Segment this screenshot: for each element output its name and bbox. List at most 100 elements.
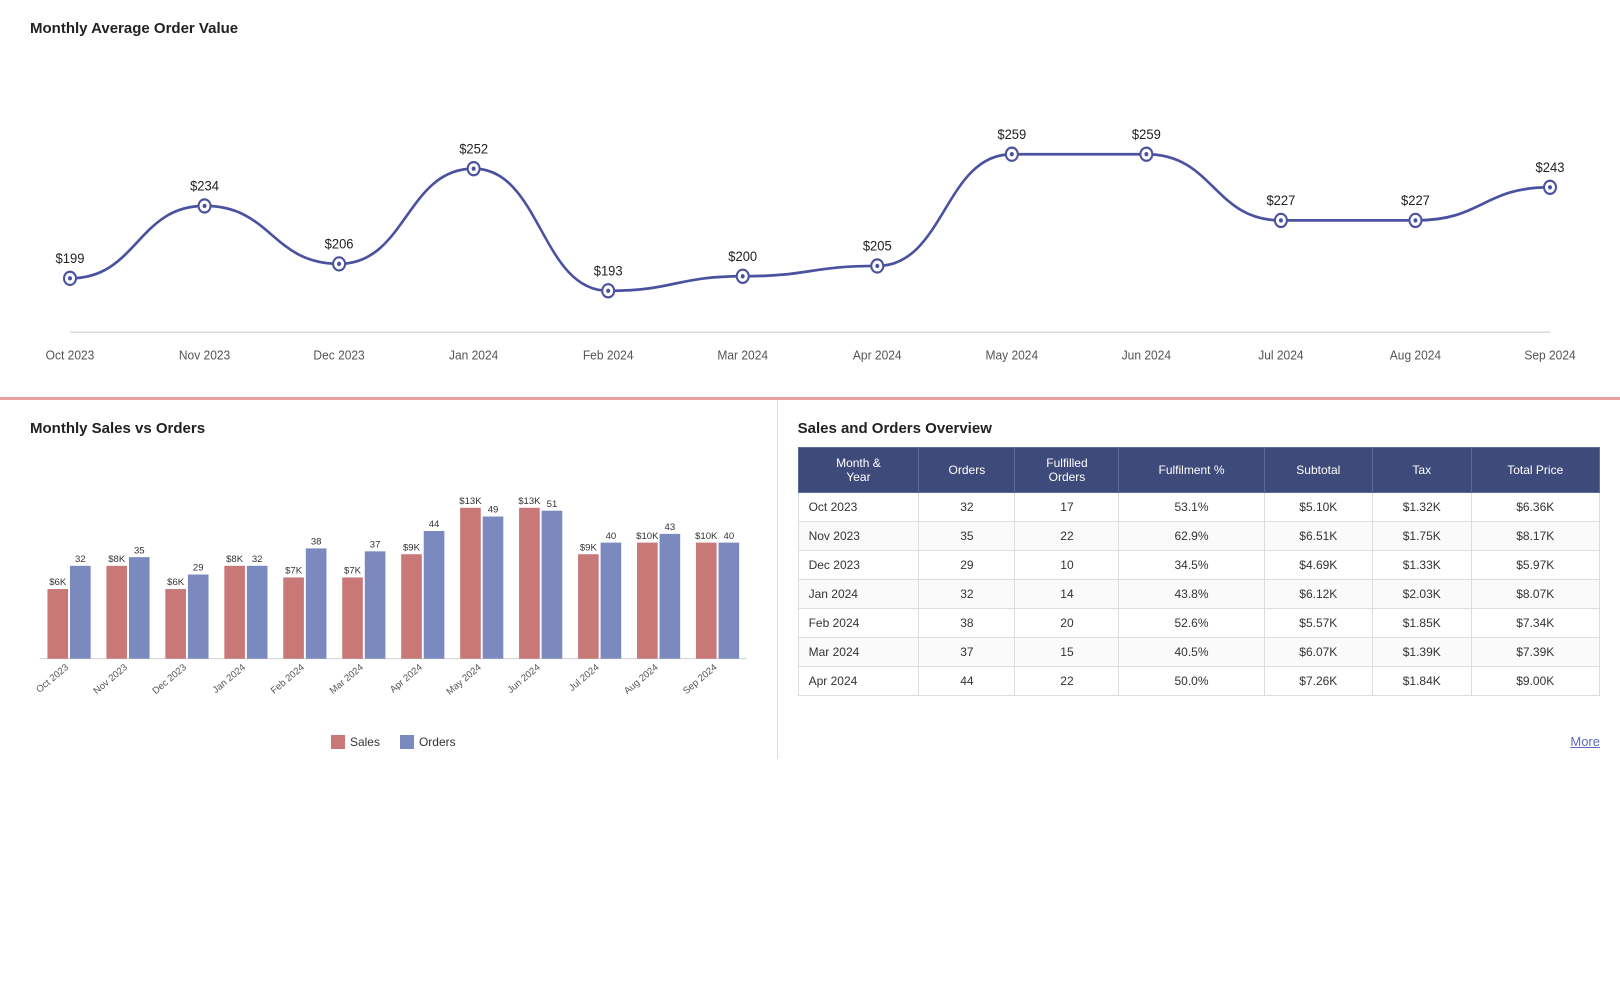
svg-text:$10K: $10K [636, 531, 659, 542]
overview-table: Month &Year Orders FulfilledOrders Fulfi… [798, 447, 1600, 696]
svg-text:$227: $227 [1266, 193, 1295, 209]
col-month: Month &Year [798, 448, 919, 493]
svg-text:Jul 2024: Jul 2024 [1258, 348, 1303, 363]
line-chart-svg: $199Oct 2023$234Nov 2023$206Dec 2023$252… [30, 47, 1590, 387]
table-cell: 44 [919, 667, 1015, 696]
table-cell: $7.39K [1471, 638, 1599, 667]
svg-text:May 2024: May 2024 [444, 662, 484, 698]
more-link[interactable]: More [1570, 734, 1600, 749]
table-row: Nov 2023352262.9%$6.51K$1.75K$8.17K [798, 522, 1599, 551]
table-header: Month &Year Orders FulfilledOrders Fulfi… [798, 448, 1599, 493]
table-cell: Feb 2024 [798, 609, 919, 638]
bottom-section: Monthly Sales vs Orders $6K32Oct 2023$8K… [0, 399, 1620, 759]
svg-text:$7K: $7K [344, 566, 362, 577]
table-cell: Mar 2024 [798, 638, 919, 667]
svg-text:Nov 2023: Nov 2023 [92, 662, 130, 697]
svg-text:Jun 2024: Jun 2024 [1122, 348, 1171, 363]
svg-text:$206: $206 [325, 236, 354, 252]
bar-chart-title: Monthly Sales vs Orders [30, 420, 757, 437]
svg-text:29: 29 [193, 563, 204, 574]
table-cell: $2.03K [1373, 580, 1471, 609]
svg-text:Aug 2024: Aug 2024 [622, 662, 661, 697]
table-cell: 53.1% [1119, 493, 1264, 522]
table-body: Oct 2023321753.1%$5.10K$1.32K$6.36KNov 2… [798, 493, 1599, 696]
svg-text:$8K: $8K [108, 554, 126, 565]
legend-sales-label: Sales [350, 735, 380, 749]
svg-text:May 2024: May 2024 [985, 348, 1038, 363]
svg-text:$10K: $10K [695, 531, 718, 542]
legend-sales: Sales [331, 735, 380, 749]
col-orders: Orders [919, 448, 1015, 493]
svg-text:Dec 2023: Dec 2023 [313, 348, 364, 363]
table-cell: $6.36K [1471, 493, 1599, 522]
svg-text:32: 32 [252, 554, 263, 565]
table-row: Feb 2024382052.6%$5.57K$1.85K$7.34K [798, 609, 1599, 638]
table-cell: 10 [1015, 551, 1119, 580]
table-row: Jan 2024321443.8%$6.12K$2.03K$8.07K [798, 580, 1599, 609]
svg-text:Mar 2024: Mar 2024 [328, 662, 366, 697]
svg-text:$227: $227 [1401, 193, 1430, 209]
table-row: Oct 2023321753.1%$5.10K$1.32K$6.36K [798, 493, 1599, 522]
svg-text:40: 40 [606, 531, 617, 542]
table-cell: 22 [1015, 667, 1119, 696]
bar-chart-container: $6K32Oct 2023$8K35Nov 2023$6K29Dec 2023$… [30, 447, 757, 727]
table-cell: $8.17K [1471, 522, 1599, 551]
table-cell: $5.57K [1264, 609, 1372, 638]
svg-text:Feb 2024: Feb 2024 [583, 348, 634, 363]
svg-text:$13K: $13K [518, 496, 541, 507]
table-row: Dec 2023291034.5%$4.69K$1.33K$5.97K [798, 551, 1599, 580]
svg-text:Apr 2024: Apr 2024 [853, 348, 902, 363]
bar-chart-svg: $6K32Oct 2023$8K35Nov 2023$6K29Dec 2023$… [30, 447, 757, 727]
svg-text:Dec 2023: Dec 2023 [150, 662, 188, 697]
table-cell: $1.75K [1373, 522, 1471, 551]
svg-text:Apr 2024: Apr 2024 [388, 662, 425, 696]
table-cell: $4.69K [1264, 551, 1372, 580]
table-cell: $1.32K [1373, 493, 1471, 522]
table-cell: 17 [1015, 493, 1119, 522]
svg-text:$243: $243 [1536, 159, 1565, 175]
svg-text:35: 35 [134, 545, 145, 556]
col-fulfilment-pct: Fulfilment % [1119, 448, 1264, 493]
table-cell: Jan 2024 [798, 580, 919, 609]
table-cell: 32 [919, 580, 1015, 609]
svg-text:$13K: $13K [459, 496, 482, 507]
table-row: Mar 2024371540.5%$6.07K$1.39K$7.39K [798, 638, 1599, 667]
table-cell: 14 [1015, 580, 1119, 609]
svg-text:Oct 2023: Oct 2023 [46, 348, 95, 363]
svg-text:51: 51 [547, 499, 558, 510]
table-cell: $7.34K [1471, 609, 1599, 638]
table-cell: Nov 2023 [798, 522, 919, 551]
line-chart-container: $199Oct 2023$234Nov 2023$206Dec 2023$252… [30, 47, 1590, 387]
svg-text:$205: $205 [863, 238, 892, 254]
table-cell: 43.8% [1119, 580, 1264, 609]
table-cell: 35 [919, 522, 1015, 551]
svg-text:$9K: $9K [403, 542, 421, 553]
overview-table-title: Sales and Orders Overview [798, 420, 1600, 437]
bar-chart-legend: Sales Orders [30, 735, 757, 749]
col-subtotal: Subtotal [1264, 448, 1372, 493]
legend-orders: Orders [400, 735, 456, 749]
line-chart-title: Monthly Average Order Value [30, 20, 1590, 37]
svg-text:Jul 2024: Jul 2024 [567, 662, 602, 694]
svg-text:$199: $199 [56, 250, 85, 266]
table-cell: $5.10K [1264, 493, 1372, 522]
svg-text:Jan 2024: Jan 2024 [211, 662, 249, 696]
table-cell: 38 [919, 609, 1015, 638]
svg-text:$259: $259 [997, 126, 1026, 142]
svg-text:$252: $252 [459, 141, 488, 157]
svg-text:$9K: $9K [580, 542, 598, 553]
svg-text:Sep 2024: Sep 2024 [681, 662, 720, 697]
svg-text:32: 32 [75, 554, 86, 565]
overview-table-section: Sales and Orders Overview Month &Year Or… [778, 400, 1620, 759]
svg-text:Jan 2024: Jan 2024 [449, 348, 498, 363]
table-cell: $1.84K [1373, 667, 1471, 696]
table-cell: 52.6% [1119, 609, 1264, 638]
table-cell: 40.5% [1119, 638, 1264, 667]
table-cell: $6.51K [1264, 522, 1372, 551]
top-section: Monthly Average Order Value $199 Oct 2023… [0, 0, 1620, 399]
table-cell: 15 [1015, 638, 1119, 667]
legend-orders-color [400, 735, 414, 749]
table-row: Apr 2024442250.0%$7.26K$1.84K$9.00K [798, 667, 1599, 696]
table-cell: $9.00K [1471, 667, 1599, 696]
svg-text:$259: $259 [1132, 126, 1161, 142]
